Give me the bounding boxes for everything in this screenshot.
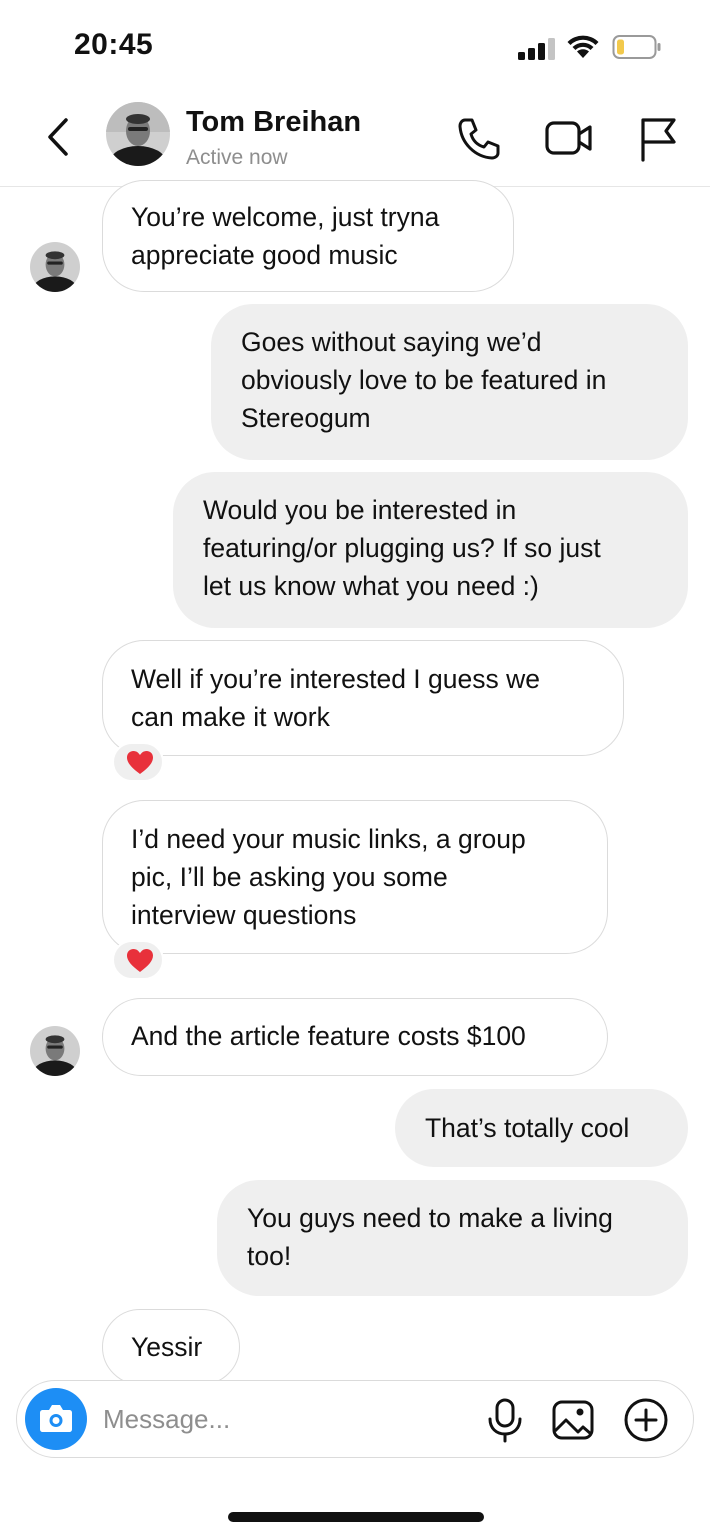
- message-input[interactable]: [103, 1399, 463, 1439]
- message-outgoing[interactable]: Would you be interested in featuring/or …: [173, 472, 688, 628]
- wifi-icon: [567, 35, 599, 58]
- contact-avatar[interactable]: [106, 102, 170, 166]
- home-indicator[interactable]: [228, 1512, 484, 1522]
- message-incoming[interactable]: You’re welcome, just tryna appreciate go…: [102, 180, 514, 292]
- image-icon[interactable]: [551, 1399, 595, 1441]
- reaction-badge[interactable]: [112, 940, 164, 980]
- sender-avatar[interactable]: [30, 1026, 80, 1076]
- message-incoming[interactable]: And the article feature costs $100: [102, 998, 608, 1076]
- message-composer: [16, 1380, 694, 1458]
- cellular-signal-icon: [518, 38, 555, 60]
- microphone-icon[interactable]: [485, 1397, 525, 1443]
- back-chevron-icon[interactable]: [40, 114, 76, 160]
- message-outgoing[interactable]: Goes without saying we’d obviously love …: [211, 304, 688, 460]
- avatar-photo-icon: [30, 1026, 80, 1076]
- chat-header: Tom Breihan Active now: [0, 90, 710, 187]
- heart-icon: [127, 751, 153, 774]
- contact-status: Active now: [186, 146, 288, 169]
- battery-icon: [612, 35, 661, 59]
- message-incoming[interactable]: Yessir: [102, 1309, 240, 1385]
- plus-circle-icon[interactable]: [623, 1397, 669, 1443]
- video-camera-icon[interactable]: [544, 116, 594, 160]
- phone-icon[interactable]: [456, 116, 502, 162]
- camera-button[interactable]: [25, 1388, 87, 1450]
- message-outgoing[interactable]: You guys need to make a living too!: [217, 1180, 688, 1296]
- avatar-photo-icon: [106, 102, 170, 166]
- message-outgoing[interactable]: That’s totally cool: [395, 1089, 688, 1167]
- heart-icon: [127, 949, 153, 972]
- camera-icon: [40, 1405, 72, 1432]
- message-incoming[interactable]: I’d need your music links, a group pic, …: [102, 800, 608, 954]
- contact-name[interactable]: Tom Breihan: [186, 106, 361, 139]
- avatar-photo-icon: [30, 242, 80, 292]
- status-bar: 20:45: [0, 0, 710, 90]
- message-incoming[interactable]: Well if you’re interested I guess we can…: [102, 640, 624, 756]
- sender-avatar[interactable]: [30, 242, 80, 292]
- reaction-badge[interactable]: [112, 742, 164, 782]
- status-time: 20:45: [74, 28, 154, 61]
- flag-icon[interactable]: [636, 116, 678, 162]
